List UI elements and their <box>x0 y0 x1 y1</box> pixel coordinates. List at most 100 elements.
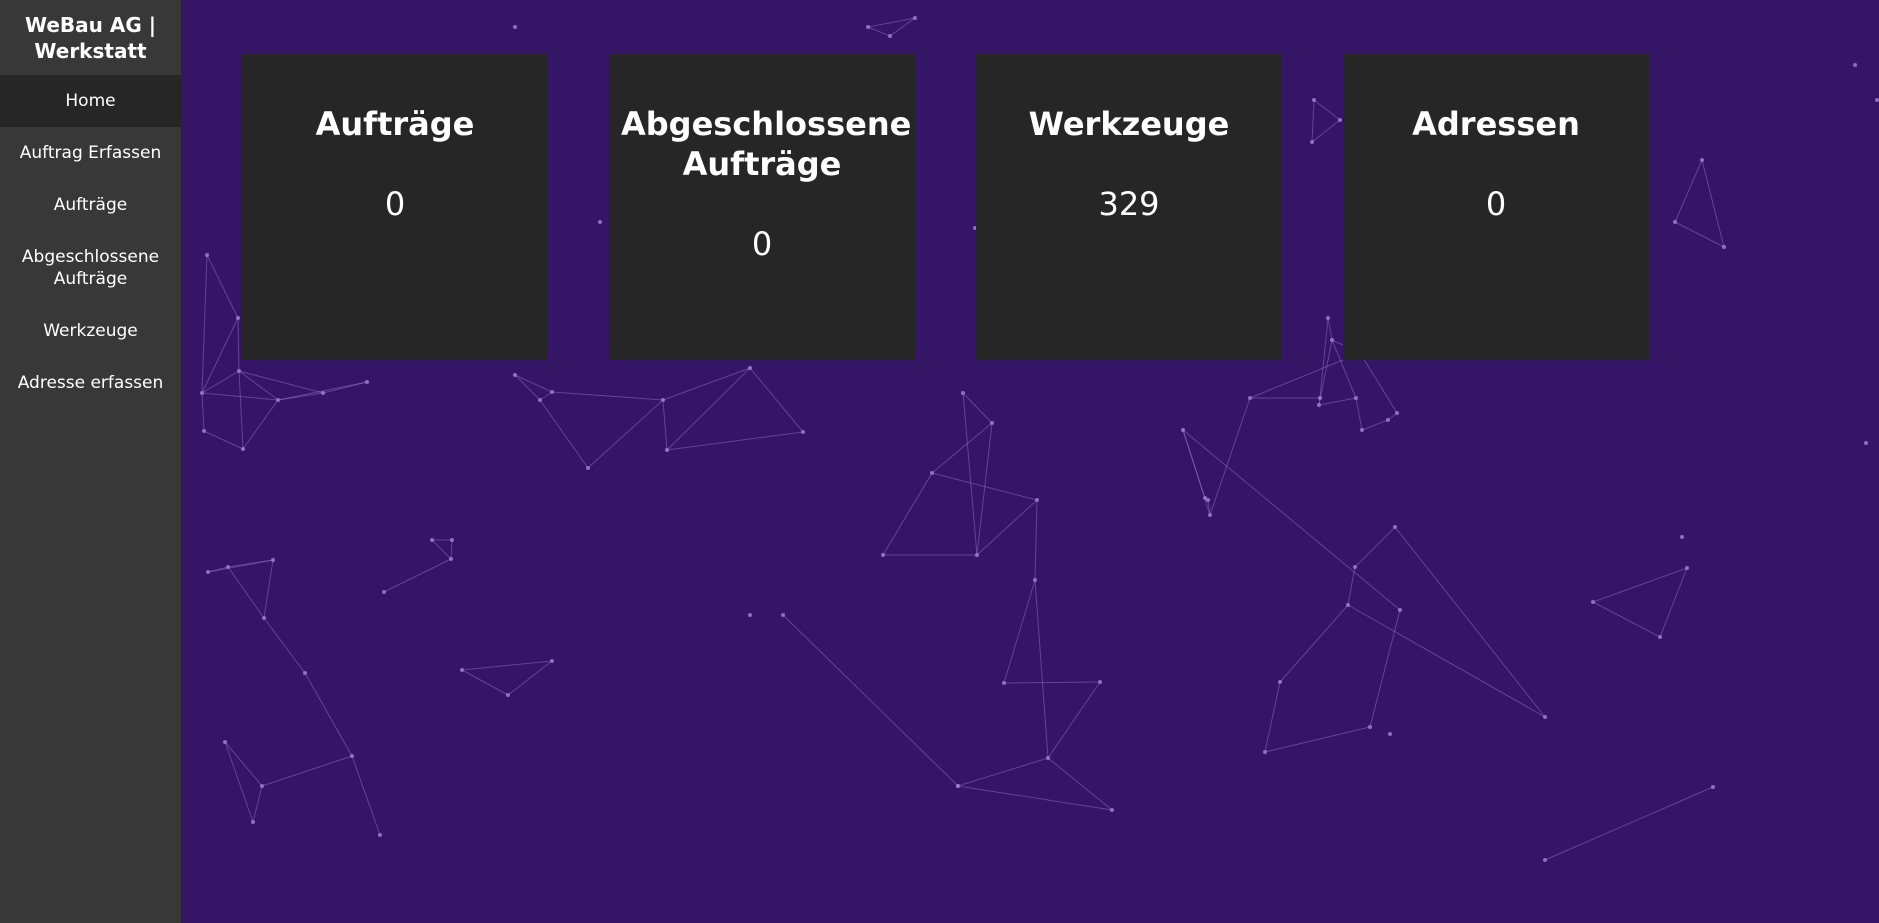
network-line <box>431 539 452 560</box>
sidebar-item-abgeschlossene-auftraege[interactable]: Abgeschlossene Aufträge <box>0 231 181 305</box>
network-line <box>662 367 751 401</box>
card-abgeschlossene-auftraege[interactable]: Abgeschlossene Aufträge 0 <box>609 54 915 360</box>
network-line <box>263 617 306 674</box>
network-node <box>1673 220 1677 224</box>
network-node <box>748 613 752 617</box>
network-line <box>1394 526 1546 718</box>
network-node <box>223 740 227 744</box>
sidebar-item-werkzeuge[interactable]: Werkzeuge <box>0 305 181 357</box>
network-line <box>1592 567 1688 603</box>
network-line <box>666 367 751 451</box>
sidebar: WeBau AG | Werkstatt Home Auftrag Erfass… <box>0 0 181 923</box>
network-line <box>551 391 664 401</box>
sidebar-item-adresse-erfassen[interactable]: Adresse erfassen <box>0 357 181 409</box>
network-node <box>550 390 554 394</box>
network-line <box>514 374 553 393</box>
card-adressen[interactable]: Adressen 0 <box>1343 54 1649 360</box>
network-line <box>203 430 244 450</box>
network-line <box>261 755 353 787</box>
network-line <box>1209 397 1251 516</box>
network-line <box>1047 681 1101 759</box>
network-node <box>913 16 917 20</box>
network-node <box>538 398 542 402</box>
network-node <box>1393 525 1397 529</box>
card-werkzeuge[interactable]: Werkzeuge 329 <box>976 54 1282 360</box>
network-line <box>1355 397 1363 431</box>
network-node <box>262 616 266 620</box>
network-node <box>586 466 590 470</box>
sidebar-item-home[interactable]: Home <box>0 75 181 127</box>
network-line <box>238 370 244 450</box>
network-node <box>200 391 204 395</box>
network-line <box>867 26 891 37</box>
network-line <box>1311 119 1341 143</box>
network-node <box>226 565 230 569</box>
network-node <box>251 820 255 824</box>
network-line <box>238 370 324 394</box>
network-node <box>513 373 517 377</box>
network-line <box>662 399 668 451</box>
network-node <box>450 538 454 542</box>
network-line <box>1592 601 1661 638</box>
card-title: Aufträge <box>315 105 475 143</box>
network-line <box>252 785 263 823</box>
network-line <box>1347 566 1356 606</box>
network-node <box>990 421 994 425</box>
network-node <box>1386 418 1390 422</box>
network-node <box>1330 338 1334 342</box>
card-value: 0 <box>1485 185 1507 223</box>
network-line <box>1313 99 1341 121</box>
network-node <box>321 391 325 395</box>
network-node <box>236 316 240 320</box>
sidebar-item-auftraege[interactable]: Aufträge <box>0 179 181 231</box>
network-line <box>201 392 205 432</box>
network-line <box>1359 352 1398 414</box>
network-node <box>661 398 665 402</box>
network-node <box>866 25 870 29</box>
network-node <box>1110 808 1114 812</box>
network-line <box>1319 317 1329 399</box>
network-node <box>1354 396 1358 400</box>
network-node <box>276 398 280 402</box>
network-line <box>224 741 263 787</box>
network-line <box>1264 726 1371 753</box>
network-line <box>976 499 1038 556</box>
network-node <box>1248 396 1252 400</box>
network-node <box>1711 785 1715 789</box>
network-node <box>975 553 979 557</box>
network-line <box>976 422 993 556</box>
card-auftraege[interactable]: Aufträge 0 <box>242 54 548 360</box>
network-node <box>1208 513 1212 517</box>
network-line <box>514 374 541 401</box>
network-node <box>1658 635 1662 639</box>
network-line <box>1034 499 1038 581</box>
network-line <box>201 254 208 394</box>
network-line <box>1674 221 1725 248</box>
network-line <box>1544 786 1714 861</box>
network-line <box>383 558 452 593</box>
network-line <box>1182 429 1211 516</box>
card-value: 0 <box>384 185 406 223</box>
network-line <box>450 539 453 560</box>
network-node <box>1398 608 1402 612</box>
card-value: 0 <box>751 225 773 263</box>
network-line <box>666 431 804 451</box>
brand-title: WeBau AG | Werkstatt <box>24 12 156 63</box>
network-line <box>539 391 553 401</box>
network-line <box>962 392 978 556</box>
network-line <box>507 660 553 696</box>
network-node <box>1326 316 1330 320</box>
network-node <box>506 693 510 697</box>
network-node <box>1312 98 1316 102</box>
network-node <box>1864 441 1868 445</box>
network-node <box>1700 158 1704 162</box>
sidebar-item-auftrag-erfassen[interactable]: Auftrag Erfassen <box>0 127 181 179</box>
network-line <box>539 399 589 469</box>
network-node <box>1310 140 1314 144</box>
network-node <box>801 430 805 434</box>
network-line <box>1003 681 1101 684</box>
network-line <box>931 472 1038 501</box>
network-node <box>350 754 354 758</box>
network-line <box>238 370 279 401</box>
network-node <box>1388 732 1392 736</box>
